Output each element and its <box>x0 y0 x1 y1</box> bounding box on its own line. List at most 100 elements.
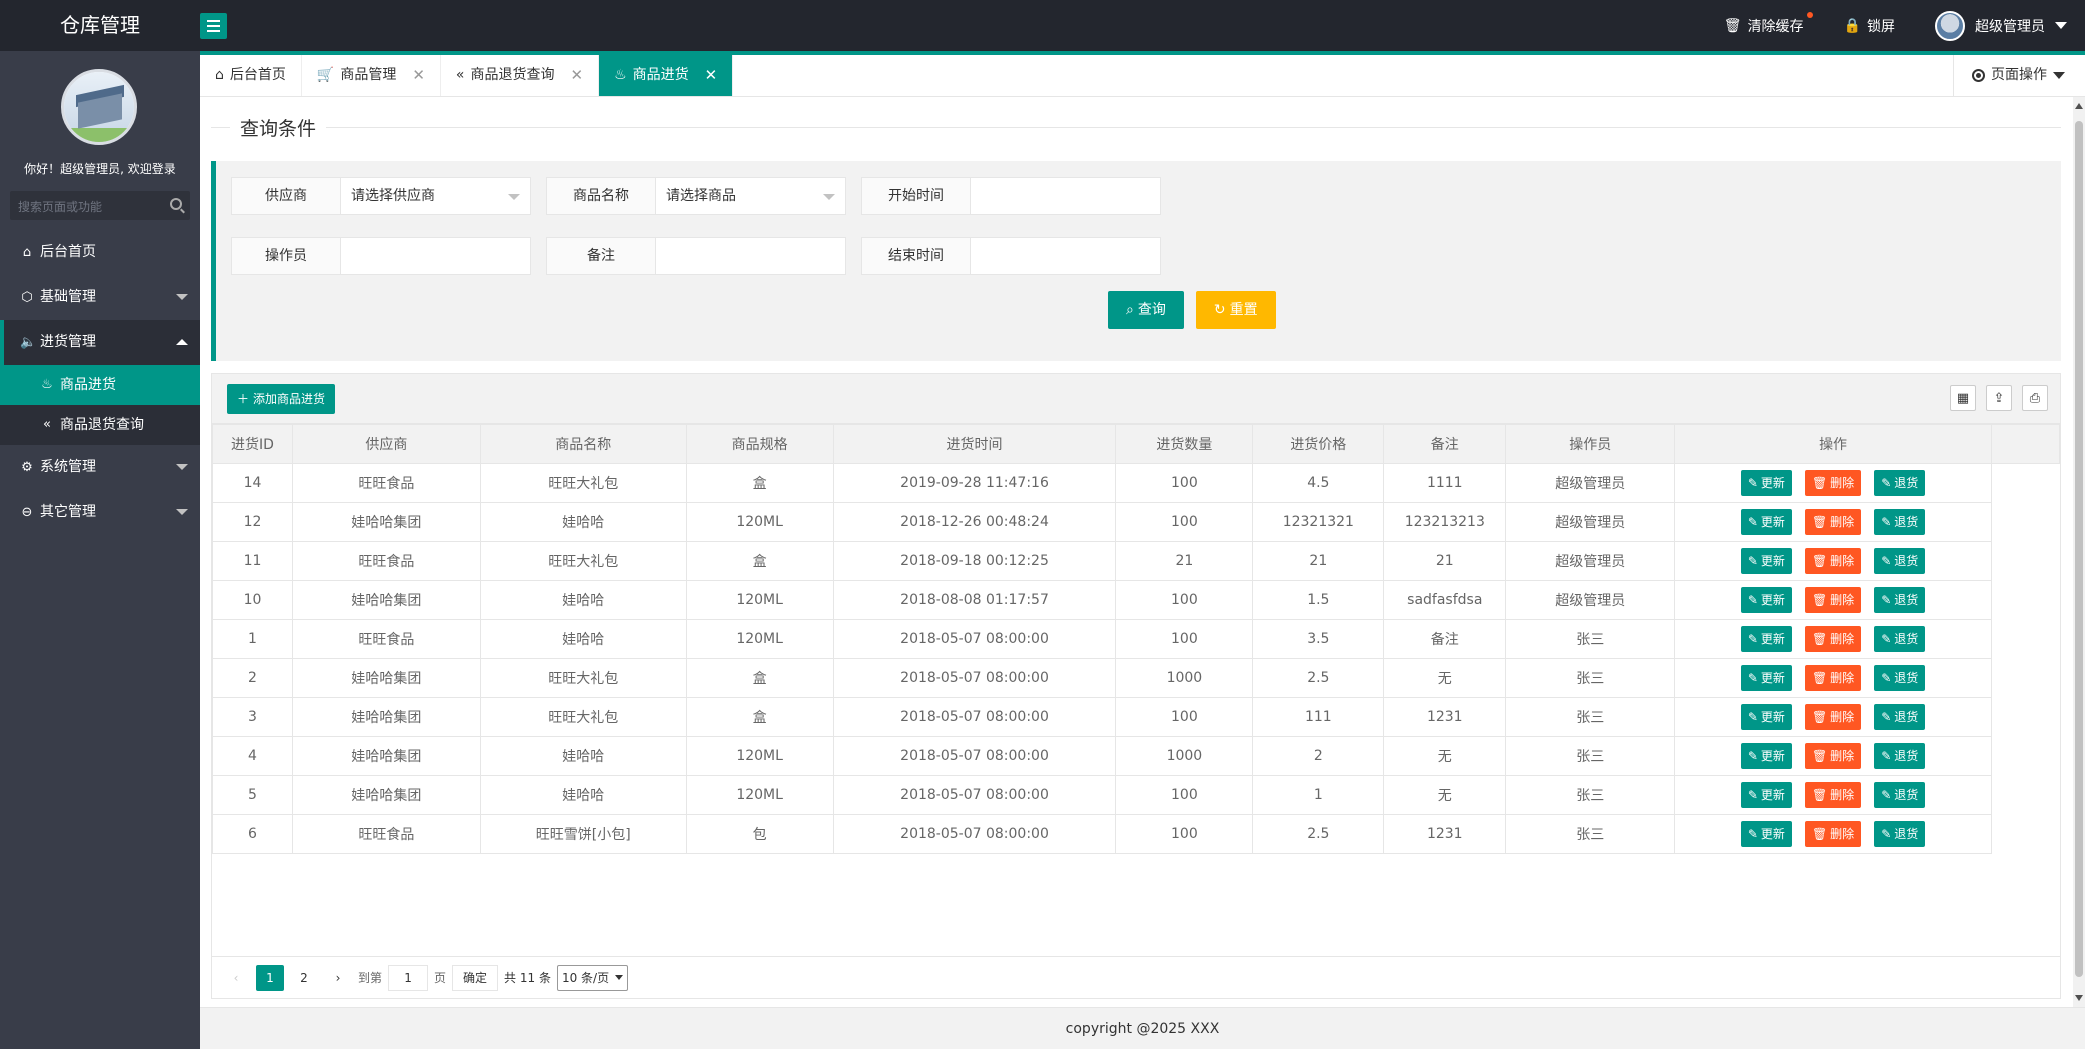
goto-page-input[interactable]: 1 <box>388 964 429 991</box>
delete-button[interactable]: 🗑 删除 <box>1804 470 1862 496</box>
update-button[interactable]: ✎ 更新 <box>1740 782 1792 808</box>
delete-button[interactable]: 🗑 删除 <box>1804 665 1862 691</box>
delete-button[interactable]: 🗑 删除 <box>1804 509 1862 535</box>
delete-button[interactable]: 🗑 删除 <box>1804 782 1862 808</box>
end-time-input[interactable] <box>971 237 1161 275</box>
delete-button[interactable]: 🗑 删除 <box>1804 821 1862 847</box>
delete-button[interactable]: 🗑 删除 <box>1804 704 1862 730</box>
supplier-select[interactable]: 请选择供应商 <box>341 177 531 215</box>
return-button[interactable]: ✎ 退货 <box>1874 626 1926 652</box>
update-button[interactable]: ✎ 更新 <box>1740 587 1792 613</box>
return-button[interactable]: ✎ 退货 <box>1874 821 1926 847</box>
return-button[interactable]: ✎ 退货 <box>1874 470 1926 496</box>
scroll-down-icon[interactable] <box>2075 995 2083 1001</box>
sidebar-item-goods-return-query[interactable]: « 商品退货查询 <box>0 405 200 445</box>
columns-filter-icon[interactable]: ▦ <box>1950 385 1976 411</box>
update-button[interactable]: ✎ 更新 <box>1740 626 1792 652</box>
menu-toggle-button[interactable] <box>200 13 227 39</box>
delete-button-label: 删除 <box>1830 593 1855 607</box>
sidebar-nav: ⌂ 后台首页 ⬡ 基础管理 🔈 进货管理 ♨ 商品进货 « 商品退货查询 ⚙ 系… <box>0 230 200 535</box>
sidebar-search-input[interactable]: 搜索页面或功能 <box>10 191 190 220</box>
tab-label: 商品退货查询 <box>470 67 555 83</box>
tab-goods-purchase[interactable]: ♨ 商品进货 ✕ <box>599 55 734 96</box>
sidebar-item-purchase[interactable]: 🔈 进货管理 <box>0 320 200 365</box>
column-header[interactable]: 备注 <box>1383 424 1507 464</box>
export-icon[interactable]: ⇪ <box>1986 385 2012 411</box>
start-time-input[interactable] <box>971 177 1161 215</box>
column-header[interactable]: 进货ID <box>212 424 293 464</box>
chevron-right-icon[interactable]: › <box>324 965 352 991</box>
column-header[interactable]: 操作员 <box>1505 424 1676 464</box>
delete-button[interactable]: 🗑 删除 <box>1804 743 1862 769</box>
close-icon[interactable]: ✕ <box>570 55 583 96</box>
return-button[interactable]: ✎ 退货 <box>1874 743 1926 769</box>
return-button[interactable]: ✎ 退货 <box>1874 548 1926 574</box>
speaker-icon: 🔈 <box>20 335 37 350</box>
column-header[interactable]: 进货价格 <box>1252 424 1385 464</box>
tab-home[interactable]: ⌂ 后台首页 <box>200 55 302 96</box>
goto-confirm-button[interactable]: 确定 <box>452 964 499 991</box>
return-button[interactable]: ✎ 退货 <box>1874 509 1926 535</box>
page-size-value: 10 条/页 <box>561 970 610 985</box>
delete-button[interactable]: 🗑 删除 <box>1804 587 1862 613</box>
user-menu[interactable]: 超级管理员 <box>1935 10 2067 41</box>
table-cell: 1 <box>1252 775 1385 815</box>
column-header[interactable]: 商品名称 <box>479 424 687 464</box>
goods-select[interactable]: 请选择商品 <box>656 177 846 215</box>
sidebar-item-system[interactable]: ⚙ 系统管理 <box>0 445 200 490</box>
update-button[interactable]: ✎ 更新 <box>1740 704 1792 730</box>
table-cell: 无 <box>1383 658 1507 698</box>
return-button[interactable]: ✎ 退货 <box>1874 782 1926 808</box>
update-button[interactable]: ✎ 更新 <box>1740 743 1792 769</box>
return-button[interactable]: ✎ 退货 <box>1874 587 1926 613</box>
pencil-icon: ✎ <box>1881 476 1892 490</box>
page-size-select[interactable]: 10 条/页 <box>556 964 629 991</box>
operator-input[interactable] <box>341 237 531 275</box>
return-button[interactable]: ✎ 退货 <box>1874 665 1926 691</box>
sidebar-item-other[interactable]: ⊖ 其它管理 <box>0 490 200 535</box>
page-button[interactable]: 1 <box>256 964 284 991</box>
close-icon[interactable]: ✕ <box>412 55 425 96</box>
update-button[interactable]: ✎ 更新 <box>1740 470 1792 496</box>
add-purchase-button[interactable]: ＋ 添加商品进货 <box>227 384 336 414</box>
tab-goods-management[interactable]: 🛒 商品管理 ✕ <box>302 55 441 96</box>
reset-button[interactable]: ↻ 重置 <box>1195 291 1276 329</box>
goto-label: 到第 <box>358 971 383 985</box>
delete-button[interactable]: 🗑 删除 <box>1804 548 1862 574</box>
page-operations-dropdown[interactable]: 页面操作 <box>1953 55 2085 96</box>
tab-goods-return-query[interactable]: « 商品退货查询 ✕ <box>441 55 600 96</box>
remark-input[interactable] <box>656 237 846 275</box>
scroll-up-icon[interactable] <box>2075 103 2083 109</box>
sidebar-item-home[interactable]: ⌂ 后台首页 <box>0 230 200 275</box>
chevron-left-icon[interactable]: ‹ <box>222 965 250 991</box>
column-header[interactable]: 进货时间 <box>832 424 1117 464</box>
search-button[interactable]: ⌕ 查询 <box>1108 291 1184 329</box>
scrollbar-thumb[interactable] <box>2075 121 2083 977</box>
update-button[interactable]: ✎ 更新 <box>1740 509 1792 535</box>
column-header[interactable]: 商品规格 <box>685 424 834 464</box>
column-header[interactable]: 进货数量 <box>1115 424 1254 464</box>
update-button[interactable]: ✎ 更新 <box>1740 821 1792 847</box>
delete-button[interactable]: 🗑 删除 <box>1804 626 1862 652</box>
lock-screen-button[interactable]: 🔒 锁屏 <box>1844 16 1895 36</box>
search-icon[interactable] <box>170 198 182 210</box>
sidebar-item-goods-purchase[interactable]: ♨ 商品进货 <box>0 365 200 405</box>
table-cell: 111 <box>1252 697 1385 737</box>
page-scrollbar[interactable] <box>2073 97 2085 1007</box>
sidebar-item-basic[interactable]: ⬡ 基础管理 <box>0 275 200 320</box>
print-icon[interactable]: ⎙ <box>2022 385 2048 411</box>
update-button[interactable]: ✎ 更新 <box>1740 665 1792 691</box>
update-button[interactable]: ✎ 更新 <box>1740 548 1792 574</box>
return-button[interactable]: ✎ 退货 <box>1874 704 1926 730</box>
page-button[interactable]: 2 <box>290 965 318 991</box>
return-button-label: 退货 <box>1894 632 1919 646</box>
column-header[interactable]: 供应商 <box>291 424 481 464</box>
close-icon[interactable]: ✕ <box>705 55 718 96</box>
row-spacer <box>1991 775 2060 815</box>
clear-cache-button[interactable]: 🗑 清除缓存 <box>1723 11 1813 36</box>
table-cell: 123213213 <box>1383 502 1507 542</box>
trash-icon: 🗑 <box>1723 17 1742 34</box>
sidebar-item-label: 商品进货 <box>60 377 116 393</box>
table-cell: 娃哈哈集团 <box>291 658 481 698</box>
column-header[interactable]: 操作 <box>1674 424 1992 464</box>
